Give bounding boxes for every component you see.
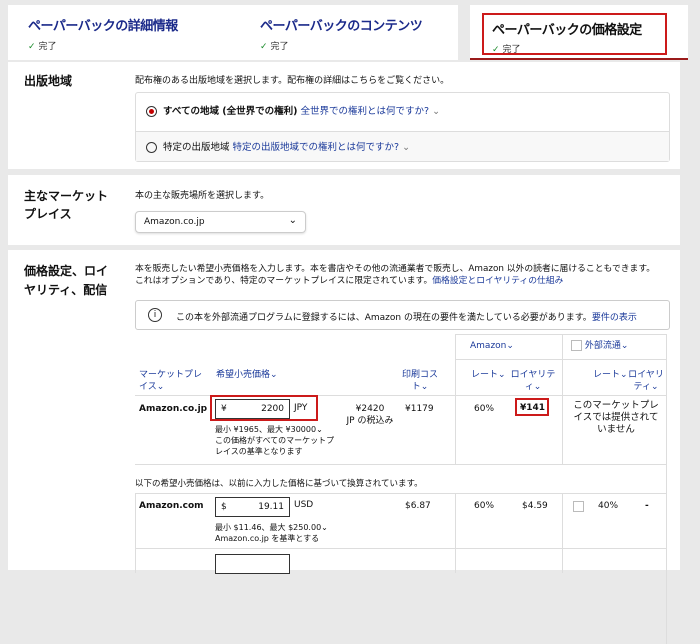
col-ext-rate[interactable]: レート⌄ bbox=[593, 369, 628, 381]
note: Amazon.co.jp を基準とする bbox=[215, 534, 320, 543]
col-rate[interactable]: レート⌄ bbox=[471, 369, 506, 381]
print-cost: ¥1179 bbox=[405, 404, 434, 414]
tab-title: ペーパーバックの詳細情報 bbox=[28, 19, 178, 34]
price-value: 2200 bbox=[261, 404, 284, 414]
amazon-group-header[interactable]: Amazon⌄ bbox=[470, 340, 514, 352]
check-icon: ✓ bbox=[492, 45, 500, 55]
price-value: 19.11 bbox=[258, 502, 284, 512]
help-link[interactable]: 全世界での権利とは何ですか? bbox=[300, 106, 429, 117]
pricing-help-link[interactable]: 価格設定とロイヤリティの仕組み bbox=[432, 276, 563, 286]
tab-status: 完了 bbox=[38, 42, 57, 52]
label: JP の税込み bbox=[346, 416, 394, 426]
col-list-price[interactable]: 希望小売価格⌄ bbox=[216, 369, 278, 381]
tab-status: 完了 bbox=[270, 42, 289, 52]
tab-paperback-content[interactable]: ペーパーバックのコンテンツ ✓ 完了 bbox=[240, 5, 458, 60]
currency-symbol: $ bbox=[221, 502, 227, 512]
territories-section: 出版地域 配布権のある出版地域を選択します。配布権の詳細はこちらをご覧ください。… bbox=[8, 62, 680, 169]
list-price-input[interactable]: ¥2200 bbox=[215, 399, 290, 419]
section-heading: 主なマーケット bbox=[24, 189, 109, 203]
external-unavailable: このマーケットプレイスでは提供されていません bbox=[573, 400, 659, 435]
info-text: この本を外部流通プログラムに登録するには、Amazon の現在の要件を満たしてい… bbox=[176, 313, 592, 323]
col-ext-royalty[interactable]: ロイヤリティ⌄ bbox=[626, 369, 666, 393]
label: 外部流通⌄ bbox=[584, 341, 629, 351]
list-price-input[interactable] bbox=[215, 554, 290, 574]
radio-unselected[interactable] bbox=[146, 142, 157, 153]
territory-options: すべての地域 (全世界での権利) 全世界での権利とは何ですか? ⌄ 特定の出版地… bbox=[135, 92, 670, 162]
col-print-cost[interactable]: 印刷コスト⌄ bbox=[400, 369, 440, 393]
section-heading: 価格設定、ロイ bbox=[24, 264, 109, 278]
currency-code: USD bbox=[294, 500, 314, 510]
list-price-input[interactable]: $19.11 bbox=[215, 497, 290, 517]
section-heading: ヤリティ、配信 bbox=[24, 283, 108, 297]
info-alert: i この本を外部流通プログラムに登録するには、Amazon の現在の要件を満たし… bbox=[135, 300, 670, 330]
row-marketplace: Amazon.com bbox=[139, 501, 204, 511]
royalty: $4.59 bbox=[522, 501, 548, 511]
col-royalty[interactable]: ロイヤリティ⌄ bbox=[508, 369, 558, 393]
external-group-header[interactable]: 外部流通⌄ bbox=[571, 340, 628, 352]
converted-note: 以下の希望小売価格は、以前に入力した価格に基づいて換算されています。 bbox=[135, 479, 423, 489]
rate: 60% bbox=[474, 501, 495, 511]
chevron-down-icon: ⌄ bbox=[432, 106, 441, 117]
row-marketplace: Amazon.co.jp bbox=[139, 404, 208, 414]
check-icon: ✓ bbox=[260, 42, 268, 52]
marketplace-section: 主なマーケット プレイス 本の主な販売場所を選択します。 Amazon.co.jp… bbox=[8, 175, 680, 245]
currency-code: JPY bbox=[294, 403, 308, 413]
external-checkbox[interactable] bbox=[571, 340, 582, 351]
royalty: ¥141 bbox=[520, 403, 546, 413]
marketplace-select[interactable]: Amazon.co.jp ⌄ bbox=[135, 211, 306, 233]
territories-description: 配布権のある出版地域を選択します。配布権の詳細はこちらをご覧ください。 bbox=[135, 76, 450, 86]
price-range: 最小 $11.46、最大 $250.00⌄ Amazon.co.jp を基準とする bbox=[215, 522, 328, 544]
tab-status: 完了 bbox=[502, 45, 521, 55]
ext-royalty: - bbox=[645, 501, 649, 511]
info-icon: i bbox=[148, 308, 162, 322]
price-range-toggle[interactable]: 最小 ¥1965、最大 ¥30000⌄ bbox=[215, 424, 335, 435]
help-link[interactable]: 特定の出版地域での権利とは何ですか? bbox=[233, 142, 400, 153]
external-checkbox[interactable] bbox=[573, 501, 584, 512]
chevron-down-icon: ⌄ bbox=[402, 142, 411, 153]
tab-paperback-pricing[interactable]: ペーパーバックの価格設定 ✓ 完了 bbox=[470, 5, 688, 60]
print-cost: $6.87 bbox=[405, 501, 431, 511]
price-range: 最小 ¥1965、最大 ¥30000⌄ この価格がすべてのマーケットプレイスの基準… bbox=[215, 424, 335, 457]
select-value: Amazon.co.jp bbox=[144, 217, 205, 227]
text: これはオプションであり、特定のマーケットプレイスに限定されています。 bbox=[135, 276, 433, 286]
rate: 60% bbox=[474, 404, 495, 414]
value: ¥2420 bbox=[355, 404, 385, 414]
marketplace-description: 本の主な販売場所を選択します。 bbox=[135, 191, 270, 201]
check-icon: ✓ bbox=[28, 42, 36, 52]
pricing-section: 価格設定、ロイ ヤリティ、配信 本を販売したい希望小売価格を入力します。本を書店や… bbox=[8, 250, 680, 644]
tab-paperback-details[interactable]: ペーパーバックの詳細情報 ✓ 完了 bbox=[8, 5, 252, 60]
currency-symbol: ¥ bbox=[221, 404, 227, 414]
radio-selected[interactable] bbox=[146, 106, 157, 117]
tab-title: ペーパーバックの価格設定 bbox=[492, 23, 642, 38]
scrollbar-track[interactable] bbox=[680, 62, 700, 560]
territory-option-specific[interactable]: 特定の出版地域 特定の出版地域での権利とは何ですか? ⌄ bbox=[146, 139, 410, 153]
pricing-description: 本を販売したい希望小売価格を入力します。本を書店やその他の流通業者で販売し、Am… bbox=[135, 263, 655, 287]
requirements-link[interactable]: 要件の表示 bbox=[592, 313, 637, 323]
price-with-tax: ¥2420 JP の税込み bbox=[345, 403, 395, 427]
note: この価格がすべてのマーケットプレイスの基準となります bbox=[215, 436, 335, 456]
section-heading: プレイス bbox=[24, 207, 72, 221]
tab-title: ペーパーバックのコンテンツ bbox=[260, 19, 423, 34]
option-label: すべての地域 (全世界での権利) bbox=[163, 106, 298, 117]
option-label: 特定の出版地域 bbox=[163, 142, 230, 153]
col-marketplace[interactable]: マーケットプレイス⌄ bbox=[139, 369, 204, 393]
text: 本を販売したい希望小売価格を入力します。本を書店やその他の流通業者で販売し、Am… bbox=[135, 264, 656, 274]
price-range-toggle[interactable]: 最小 $11.46、最大 $250.00⌄ bbox=[215, 522, 328, 533]
territory-option-all[interactable]: すべての地域 (全世界での権利) 全世界での権利とは何ですか? ⌄ bbox=[146, 103, 440, 117]
chevron-down-icon: ⌄ bbox=[288, 215, 297, 226]
ext-rate: 40% bbox=[598, 501, 619, 511]
section-heading: 出版地域 bbox=[24, 74, 73, 88]
